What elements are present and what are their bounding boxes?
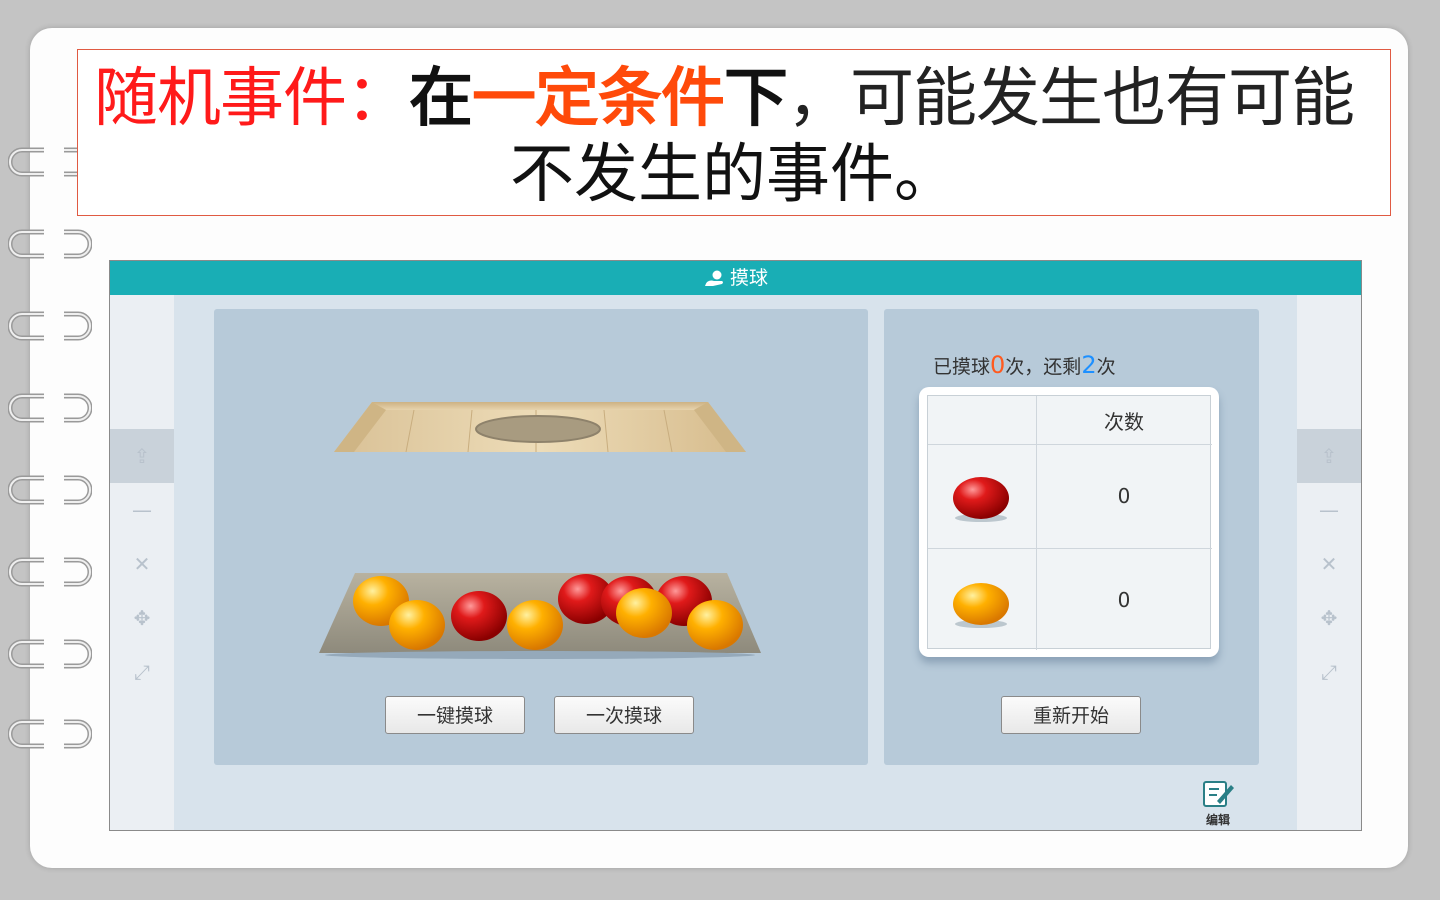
- table-divider: [928, 444, 1212, 445]
- drawing-area: [214, 309, 868, 765]
- hand-ball-icon: [704, 270, 723, 286]
- table-divider: [928, 548, 1212, 549]
- yellow-ball-icon: [616, 588, 672, 638]
- yellow-ball-icon: [389, 600, 445, 650]
- red-ball-icon: [451, 591, 507, 641]
- status-suffix: 次: [1096, 356, 1116, 378]
- binder-ring-icon: [8, 229, 92, 259]
- yellow-ball-icon: [953, 583, 1009, 628]
- edit-icon: [1203, 781, 1234, 807]
- draw-all-button[interactable]: 一键摸球: [385, 696, 525, 734]
- binder-ring-icon: [8, 719, 92, 749]
- restart-button[interactable]: 重新开始: [1001, 696, 1141, 734]
- left-toolbar: ⇪ — ✕ ✥ ⤢: [110, 295, 174, 830]
- yellow-ball-icon: [507, 600, 563, 650]
- right-toolbar: ⇪ — ✕ ✥ ⤢: [1297, 295, 1361, 830]
- draw-status: 已摸球0次，还剩2次: [933, 351, 1116, 379]
- definition-line-1: 随机事件：在一定条件下，可能发生也有可能: [94, 62, 1384, 136]
- simulator-title: 摸球: [729, 267, 768, 289]
- definition-line-2: 不发生的事件。: [510, 138, 958, 212]
- minimize-icon[interactable]: —: [1297, 483, 1361, 537]
- binder-ring-icon: [8, 475, 92, 505]
- edit-label: 编辑: [1205, 813, 1230, 827]
- definition-condition: 一定条件: [472, 62, 725, 136]
- ball-draw-simulator: 摸球 ⇪ — ✕ ✥ ⤢ ⇪ — ✕ ✥ ⤢ 一键摸球 一次摸球 重新开始 已摸…: [109, 260, 1362, 831]
- box-lid-image: [334, 402, 746, 453]
- definition-rest: ，可能发生也有可能: [787, 62, 1355, 136]
- simulator-header: 摸球: [110, 261, 1361, 295]
- results-table: 次数 0 0: [919, 387, 1219, 657]
- share-icon[interactable]: ⇪: [110, 429, 174, 483]
- binder-ring-icon: [8, 557, 92, 587]
- definition-word-zai: 在: [409, 62, 473, 136]
- results-table-grid: 次数 0 0: [927, 395, 1212, 650]
- red-ball-count: 0: [1117, 484, 1131, 508]
- binder-ring-icon: [8, 311, 92, 341]
- status-prefix: 已摸球: [933, 356, 991, 378]
- yellow-ball-count: 0: [1117, 588, 1131, 612]
- yellow-ball-icon: [687, 600, 743, 650]
- share-icon[interactable]: ⇪: [1297, 429, 1361, 483]
- binder-ring-icon: [8, 639, 92, 669]
- status-middle: 次，还剩: [1005, 356, 1082, 378]
- drawn-count: 0: [990, 351, 1006, 379]
- definition-box: 随机事件：在一定条件下，可能发生也有可能 不发生的事件。: [77, 49, 1391, 216]
- move-icon[interactable]: ✥: [1297, 591, 1361, 645]
- minimize-icon[interactable]: —: [110, 483, 174, 537]
- count-column-header: 次数: [1104, 410, 1144, 434]
- remaining-count: 2: [1081, 351, 1097, 379]
- draw-once-button[interactable]: 一次摸球: [554, 696, 694, 734]
- close-icon[interactable]: ✕: [110, 537, 174, 591]
- edit-button[interactable]: 编辑: [1200, 779, 1236, 827]
- fullscreen-icon[interactable]: ⤢: [1297, 645, 1361, 699]
- fullscreen-icon[interactable]: ⤢: [110, 645, 174, 699]
- definition-word-xia: 下: [724, 62, 788, 136]
- term-label: 随机事件：: [94, 62, 410, 136]
- red-ball-icon: [953, 477, 1009, 522]
- close-icon[interactable]: ✕: [1297, 537, 1361, 591]
- binder-ring-icon: [8, 393, 92, 423]
- move-icon[interactable]: ✥: [110, 591, 174, 645]
